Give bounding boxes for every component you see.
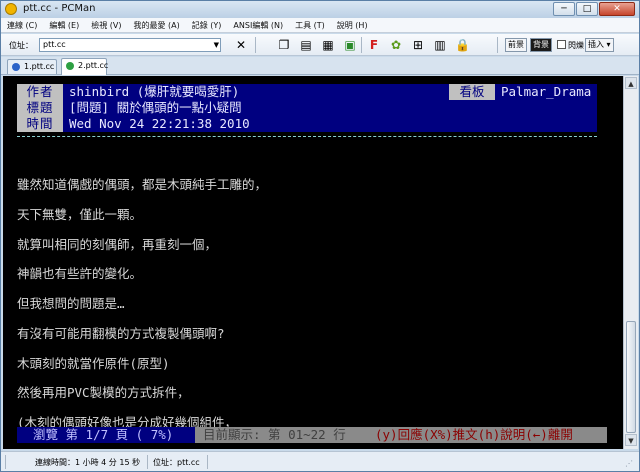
menu-tools[interactable]: 工具 (T) (295, 20, 325, 31)
copy-with-color-icon[interactable]: ▦ (321, 38, 335, 52)
time-row: 時間 Wed Nov 24 22:21:38 2010 (17, 116, 597, 132)
author-label: 作者 (17, 84, 63, 100)
address-value: ptt.cc (43, 40, 66, 49)
time-value: Wed Nov 24 22:21:38 2010 (69, 116, 250, 131)
board-value: Palmar_Drama (501, 84, 592, 99)
menu-log[interactable]: 記錄 (Y) (192, 20, 222, 31)
toolbar: 位址： ptt.cc ▼ ✕ ❐ ▤ ▦ ▣ F ✿ ⊞ ▥ 🔒 前景 背景 閃… (1, 34, 639, 56)
resize-grip-icon[interactable]: ⋰ (625, 459, 633, 468)
status-divider (147, 455, 148, 469)
status-bar: 連線時間：1 小時 4 分 15 秒 位址：ptt.cc ⋰ (1, 451, 639, 471)
article-line: 天下無雙，僅此一顆。 (17, 207, 143, 222)
minimize-button[interactable]: ─ (553, 2, 575, 16)
copy-icon[interactable]: ❐ (277, 38, 291, 52)
title-value: [問題] 關於偶頭的一點小疑問 (69, 100, 242, 115)
tab-label: 2.ptt.cc (78, 61, 109, 70)
menu-view[interactable]: 檢視 (V) (91, 20, 121, 31)
menu-connection[interactable]: 連線 (C) (7, 20, 37, 31)
article-line: 然後再用PVC製模的方式拆件， (17, 385, 190, 400)
tab-bar: 1.ptt.cc 2.ptt.cc (1, 57, 639, 75)
tab-label: 1.ptt.cc (24, 62, 55, 71)
article-line: 神韻也有些許的變化。 (17, 266, 143, 281)
board-label: 看板 (449, 84, 495, 100)
menu-ansi-edit[interactable]: ANSI編輯 (N) (233, 20, 283, 31)
lock-icon[interactable]: 🔒 (455, 38, 470, 52)
pcman-app-icon (5, 3, 17, 15)
toolbar-divider (361, 37, 362, 53)
header-divider (17, 136, 597, 137)
terminal-scrollbar[interactable]: ▲ ▼ (623, 76, 638, 449)
time-label: 時間 (17, 116, 63, 132)
window-controls: ─ □ ✕ (552, 2, 635, 16)
tab-1[interactable]: 1.ptt.cc (7, 59, 57, 74)
font-icon[interactable]: F (367, 38, 381, 52)
line-range: 目前顯示: 第 01~22 行 (203, 427, 346, 442)
toolbar-divider (497, 37, 498, 53)
menu-edit[interactable]: 編輯 (E) (49, 20, 79, 31)
menu-help[interactable]: 說明 (H) (337, 20, 368, 31)
title-label: 標題 (17, 100, 63, 116)
address-input[interactable]: ptt.cc ▼ (39, 38, 221, 52)
window-title: ptt.cc - PCMan (23, 3, 96, 14)
article-line: 就算叫相同的刻偶師，再重刻一個， (17, 237, 218, 252)
tab-2[interactable]: 2.ptt.cc (61, 58, 109, 75)
menu-bar: 連線 (C) 編輯 (E) 檢視 (V) 我的最愛 (A) 記錄 (Y) ANS… (1, 18, 639, 33)
connection-time: 連線時間：1 小時 4 分 15 秒 (35, 458, 141, 467)
status-divider (5, 455, 6, 469)
article-line: 雖然知道偶戲的偶頭，都是木頭純手工雕的， (17, 177, 268, 192)
chevron-down-icon[interactable]: ▼ (214, 39, 219, 51)
insert-label: 插入 (588, 40, 604, 49)
disconnect-icon[interactable]: ✕ (234, 38, 248, 52)
blink-checkbox[interactable] (557, 40, 566, 49)
insert-button[interactable]: 插入 ▾ (585, 38, 614, 52)
scrollbar-thumb[interactable] (626, 321, 636, 433)
close-button[interactable]: ✕ (599, 2, 635, 16)
address-book-icon[interactable]: ▥ (433, 38, 447, 52)
article-line: 有沒有可能用翻模的方式複製偶頭啊? (17, 326, 225, 341)
gear-icon[interactable]: ✿ (389, 38, 403, 52)
toolbar-divider (255, 37, 256, 53)
pcman-window: ptt.cc - PCMan ─ □ ✕ 連線 (C) 編輯 (E) 檢視 (V… (0, 0, 640, 472)
title-bar: ptt.cc - PCMan ─ □ ✕ (1, 1, 639, 18)
browse-status-line: 瀏覽 第 1/7 頁 ( 7%) 目前顯示: 第 01~22 行 (y)回應(X… (17, 427, 607, 443)
address-label: 位址： (9, 41, 33, 50)
author-value: shinbird (爆肝就要喝愛肝) (69, 84, 240, 99)
connected-icon (66, 62, 74, 70)
author-row: 作者 shinbird (爆肝就要喝愛肝) 看板 Palmar_Drama (17, 84, 597, 100)
blink-label: 閃爍 (568, 41, 584, 50)
status-divider (207, 455, 208, 469)
paste-icon[interactable]: ▤ (299, 38, 313, 52)
terminal-screen[interactable]: 作者 shinbird (爆肝就要喝愛肝) 看板 Palmar_Drama 標題… (3, 76, 623, 449)
background-button[interactable]: 背景 (530, 38, 552, 52)
maximize-button[interactable]: □ (576, 2, 598, 16)
article-line: 但我想問的問題是… (17, 296, 125, 311)
fullscreen-icon[interactable]: ⊞ (411, 38, 425, 52)
foreground-button[interactable]: 前景 (505, 38, 527, 52)
scroll-down-icon[interactable]: ▼ (625, 434, 637, 446)
status-address: 位址：ptt.cc (153, 458, 200, 467)
key-hints: (y)回應(X%)推文(h)說明(←)離開 (375, 427, 573, 442)
globe-icon (12, 63, 20, 71)
page-indicator: 瀏覽 第 1/7 頁 ( 7%) (17, 427, 195, 443)
scroll-up-icon[interactable]: ▲ (625, 77, 637, 89)
paste-with-color-icon[interactable]: ▣ (343, 38, 357, 52)
title-row: 標題 [問題] 關於偶頭的一點小疑問 (17, 100, 597, 116)
article-line: 木頭刻的就當作原件(原型) (17, 356, 170, 371)
menu-favorites[interactable]: 我的最愛 (A) (133, 20, 179, 31)
